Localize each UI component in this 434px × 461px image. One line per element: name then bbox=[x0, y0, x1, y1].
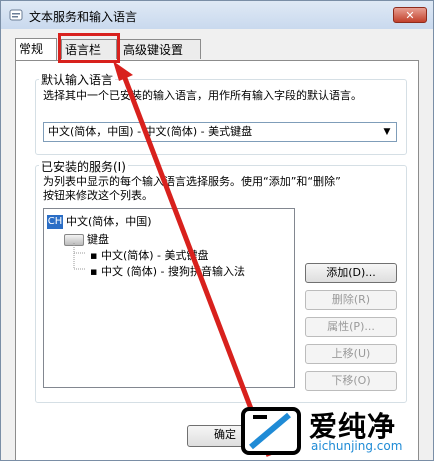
site-watermark: 爱纯净 aichunjing.com bbox=[241, 401, 433, 460]
annotation-arrow bbox=[113, 61, 272, 457]
watermark-logo-icon bbox=[241, 407, 301, 455]
watermark-text-en: aichunjing.com bbox=[311, 439, 403, 453]
dialog-window: 文本服务和输入语言 ✕ 常规 语言栏 高级键设置 默认输入语言 选择其中一个已安… bbox=[0, 0, 434, 461]
